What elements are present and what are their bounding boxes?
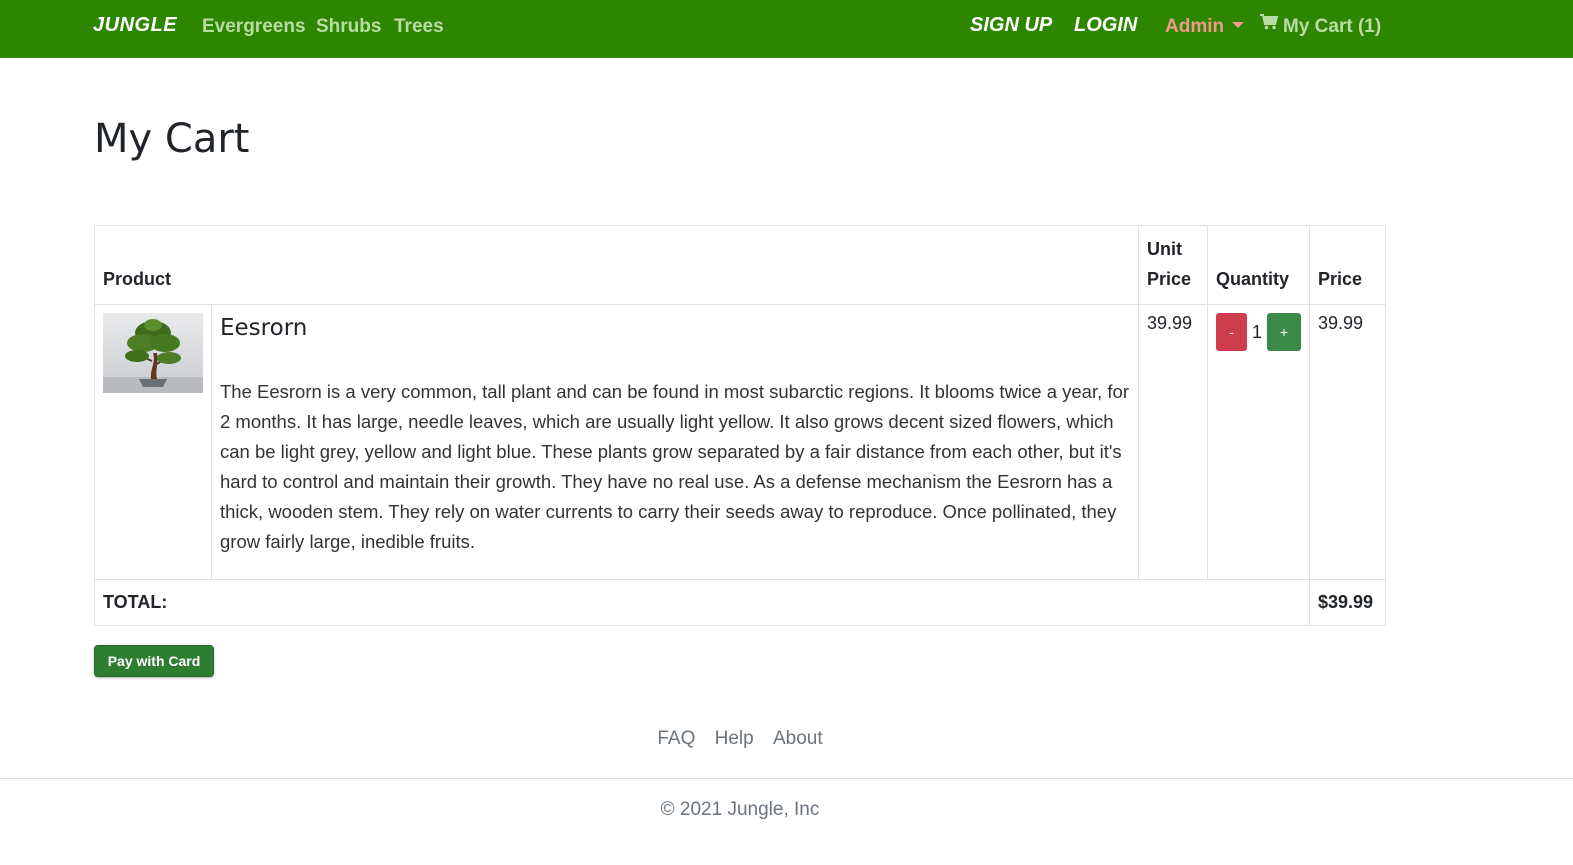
shopping-cart-icon: [1260, 14, 1279, 36]
unit-price-cell: 39.99: [1137, 304, 1208, 580]
footer-link-faq[interactable]: FAQ: [657, 728, 695, 749]
quantity-stepper: - 1 +: [1215, 313, 1301, 351]
cart-link[interactable]: My Cart (1): [1260, 14, 1382, 38]
total-row: TOTAL: $39.99: [94, 579, 1386, 626]
pay-with-card-button[interactable]: Pay with Card: [94, 645, 214, 677]
nav-link-shrubs[interactable]: Shrubs: [316, 16, 381, 38]
product-image-cell: [94, 304, 212, 580]
copyright: © 2021 Jungle, Inc: [660, 799, 820, 820]
admin-label: Admin: [1165, 16, 1225, 37]
caret-down-icon: [1232, 21, 1245, 28]
quantity-cell: - 1 +: [1206, 304, 1311, 580]
header-quantity: Quantity: [1206, 225, 1311, 305]
total-value: $39.99: [1309, 579, 1386, 626]
bonsai-tree-image[interactable]: [103, 313, 203, 393]
navbar: JUNGLE Evergreens Shrubs Trees SIGN UP L…: [0, 0, 1573, 58]
decrement-button[interactable]: -: [1215, 313, 1247, 351]
nav-link-evergreens[interactable]: Evergreens: [202, 16, 306, 38]
product-details-cell: Eesrorn The Eesrorn is a very common, ta…: [211, 304, 1139, 580]
page-title: My Cart: [94, 116, 250, 162]
footer-link-help[interactable]: Help: [715, 728, 754, 749]
product-name: Eesrorn: [220, 315, 308, 341]
table-header-row: Product Unit Price Quantity Price: [94, 225, 1386, 305]
header-price: Price: [1309, 225, 1386, 305]
nav-link-trees[interactable]: Trees: [394, 16, 444, 38]
footer-divider: [0, 778, 1573, 779]
price-cell: 39.99: [1309, 304, 1386, 580]
login-link[interactable]: LOGIN: [1074, 14, 1137, 37]
cart-label: My Cart (1): [1283, 16, 1382, 38]
total-label: TOTAL:: [94, 579, 1310, 626]
header-product: Product: [94, 225, 1139, 305]
footer-link-about[interactable]: About: [773, 728, 823, 749]
signup-link[interactable]: SIGN UP: [970, 14, 1052, 37]
increment-button[interactable]: +: [1267, 313, 1301, 351]
quantity-value: 1: [1251, 321, 1262, 342]
product-description: The Eesrorn is a very common, tall plant…: [220, 381, 1129, 552]
header-unit-price: Unit Price: [1137, 225, 1208, 305]
admin-dropdown[interactable]: Admin: [1165, 16, 1245, 38]
brand-link[interactable]: JUNGLE: [93, 14, 177, 37]
footer-links: FAQ Help About: [0, 728, 1480, 750]
cart-table: Product Unit Price Quantity Price Eesror…: [94, 225, 1386, 626]
table-row: Eesrorn The Eesrorn is a very common, ta…: [94, 304, 1386, 580]
